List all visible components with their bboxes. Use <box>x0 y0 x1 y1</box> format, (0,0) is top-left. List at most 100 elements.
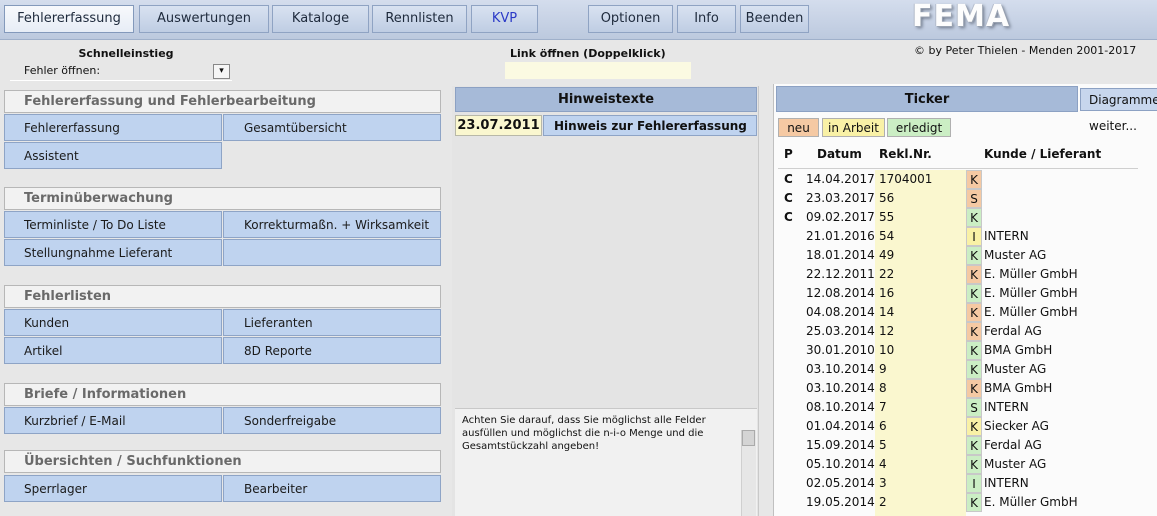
fema-logo: FEMA <box>912 0 1011 34</box>
type-badge: S <box>966 189 982 208</box>
kunde-cell: Ferdal AG <box>984 438 1042 452</box>
optionen-button[interactable]: Optionen <box>588 5 673 33</box>
ticker-row[interactable]: 15.09.2014 5 K Ferdal AG <box>0 436 1157 455</box>
filter-erledigt-button[interactable]: erledigt <box>887 118 951 137</box>
kunde-cell: Ferdal AG <box>984 324 1042 338</box>
kunde-cell: INTERN <box>984 229 1029 243</box>
chevron-down-icon: ▾ <box>219 66 224 76</box>
type-badge: K <box>966 246 982 265</box>
kunde-cell: E. Müller GmbH <box>984 305 1078 319</box>
header-divider <box>778 168 1138 169</box>
tab-rennlisten[interactable]: Rennlisten <box>372 5 467 33</box>
date-cell: 08.10.2014 <box>806 400 875 414</box>
fehlererfassung-button[interactable]: Fehlererfassung <box>4 114 222 141</box>
type-badge: K <box>966 303 982 322</box>
ticker-row[interactable]: 30.01.2010 10 K BMA GmbH <box>0 341 1157 360</box>
date-cell: 04.08.2014 <box>806 305 875 319</box>
beenden-button[interactable]: Beenden <box>740 5 809 33</box>
hinweistexte-header: Hinweistexte <box>455 87 757 112</box>
ticker-row[interactable]: 02.05.2014 3 I INTERN <box>0 474 1157 493</box>
rekl-nr-cell: 2 <box>879 495 887 509</box>
type-badge: K <box>966 322 982 341</box>
rekl-nr-cell: 6 <box>879 419 887 433</box>
ticker-row[interactable]: 01.04.2014 6 K Siecker AG <box>0 417 1157 436</box>
date-cell: 14.04.2017 <box>806 172 875 186</box>
ticker-row[interactable]: C 23.03.2017 56 S <box>0 189 1157 208</box>
date-cell: 25.03.2014 <box>806 324 875 338</box>
header-p: P <box>784 147 793 161</box>
link-oeffnen-field[interactable] <box>505 62 691 79</box>
type-badge: K <box>966 265 982 284</box>
kunde-cell: E. Müller GmbH <box>984 495 1078 509</box>
filter-neu-button[interactable]: neu <box>778 118 819 137</box>
ticker-row[interactable]: 08.10.2014 7 S INTERN <box>0 398 1157 417</box>
rekl-nr-cell: 16 <box>879 286 895 300</box>
ticker-row[interactable]: C 09.02.2017 55 K <box>0 208 1157 227</box>
filter-in-arbeit-button[interactable]: in Arbeit <box>822 118 885 137</box>
date-cell: 21.01.2016 <box>806 229 875 243</box>
rekl-nr-cell: 1704001 <box>879 172 933 186</box>
ticker-row[interactable]: 03.10.2014 9 K Muster AG <box>0 360 1157 379</box>
date-cell: 23.03.2017 <box>806 191 875 205</box>
ticker-row[interactable]: C 14.04.2017 1704001 K <box>0 170 1157 189</box>
type-badge: K <box>966 493 982 512</box>
header-kunde-lieferant: Kunde / Lieferant <box>984 147 1102 161</box>
ticker-row[interactable]: 21.01.2016 54 I INTERN <box>0 227 1157 246</box>
rekl-nr-cell: 5 <box>879 438 887 452</box>
kunde-cell: Muster AG <box>984 362 1047 376</box>
gesamtuebersicht-button[interactable]: Gesamtübersicht <box>223 114 441 141</box>
ticker-row[interactable]: 03.10.2014 8 K BMA GmbH <box>0 379 1157 398</box>
date-cell: 09.02.2017 <box>806 210 875 224</box>
weiter-link[interactable]: weiter... <box>1089 119 1137 133</box>
ticker-row[interactable]: 25.03.2014 12 K Ferdal AG <box>0 322 1157 341</box>
rekl-nr-cell: 7 <box>879 400 887 414</box>
hinweis-title[interactable]: Hinweis zur Fehlererfassung <box>543 115 757 136</box>
tab-kvp[interactable]: KVP <box>471 5 538 33</box>
date-cell: 30.01.2010 <box>806 343 875 357</box>
rekl-nr-cell: 10 <box>879 343 895 357</box>
priority-cell: C <box>784 172 793 186</box>
priority-cell: C <box>784 210 793 224</box>
type-badge: K <box>966 360 982 379</box>
tab-kataloge[interactable]: Kataloge <box>272 5 369 33</box>
type-badge: K <box>966 455 982 474</box>
type-badge: K <box>966 417 982 436</box>
info-button[interactable]: Info <box>677 5 736 33</box>
date-cell: 22.12.2011 <box>806 267 875 281</box>
tab-fehlererfassung[interactable]: Fehlererfassung <box>4 5 134 33</box>
ticker-row[interactable]: 22.12.2011 22 K E. Müller GmbH <box>0 265 1157 284</box>
date-cell: 02.05.2014 <box>806 476 875 490</box>
ticker-header: Ticker <box>776 86 1078 112</box>
priority-cell: C <box>784 191 793 205</box>
rekl-nr-cell: 56 <box>879 191 895 205</box>
kunde-cell: E. Müller GmbH <box>984 267 1078 281</box>
rekl-nr-cell: 22 <box>879 267 895 281</box>
kunde-cell: BMA GmbH <box>984 343 1053 357</box>
header-rekl-nr: Rekl.Nr. <box>879 147 932 161</box>
date-cell: 15.09.2014 <box>806 438 875 452</box>
date-cell: 12.08.2014 <box>806 286 875 300</box>
type-badge: S <box>966 398 982 417</box>
type-badge: K <box>966 341 982 360</box>
type-badge: K <box>966 170 982 189</box>
date-cell: 05.10.2014 <box>806 457 875 471</box>
kunde-cell: BMA GmbH <box>984 381 1053 395</box>
top-navigation-bar: Fehlererfassung Auswertungen Kataloge Re… <box>0 0 1157 40</box>
kunde-cell: Muster AG <box>984 457 1047 471</box>
ticker-row[interactable]: 19.05.2014 2 K E. Müller GmbH <box>0 493 1157 512</box>
hinweis-date[interactable]: 23.07.2011 <box>455 115 542 136</box>
tab-auswertungen[interactable]: Auswertungen <box>139 5 269 33</box>
type-badge: K <box>966 284 982 303</box>
ticker-row[interactable]: 05.10.2014 4 K Muster AG <box>0 455 1157 474</box>
date-cell: 03.10.2014 <box>806 381 875 395</box>
type-badge: K <box>966 436 982 455</box>
fehler-oeffnen-label: Fehler öffnen: <box>24 64 101 77</box>
fehler-oeffnen-dropdown[interactable]: ▾ <box>213 64 230 79</box>
ticker-row[interactable]: 04.08.2014 14 K E. Müller GmbH <box>0 303 1157 322</box>
ticker-row[interactable]: 12.08.2014 16 K E. Müller GmbH <box>0 284 1157 303</box>
rekl-nr-cell: 55 <box>879 210 895 224</box>
date-cell: 19.05.2014 <box>806 495 875 509</box>
ticker-row[interactable]: 18.01.2014 49 K Muster AG <box>0 246 1157 265</box>
assistent-button[interactable]: Assistent <box>4 142 222 169</box>
diagramme-button[interactable]: Diagramme <box>1080 88 1157 111</box>
